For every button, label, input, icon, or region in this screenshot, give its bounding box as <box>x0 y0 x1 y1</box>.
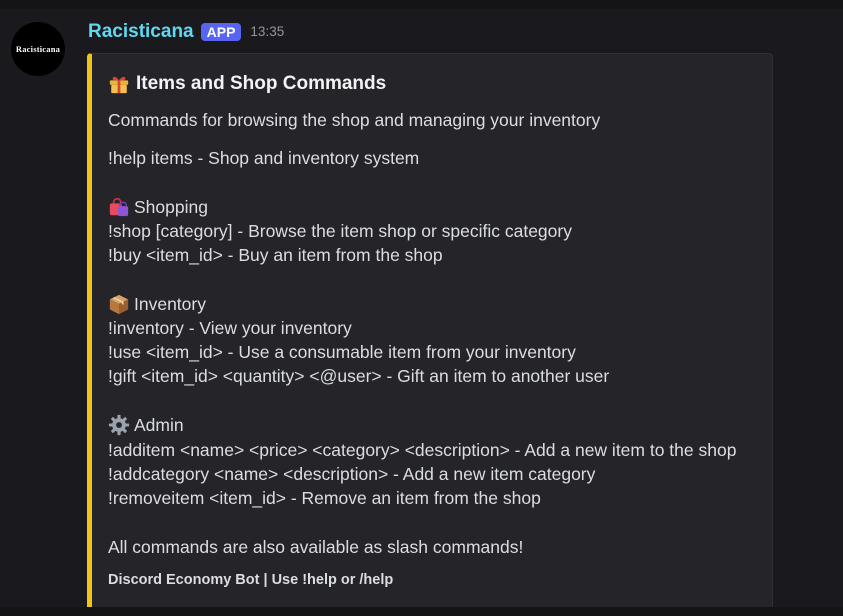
app-badge: APP <box>200 23 242 41</box>
command-line: !use <item_id> - Use a consumable item f… <box>108 342 576 362</box>
command-line: !removeitem <item_id> - Remove an item f… <box>108 488 541 508</box>
command-line: !buy <item_id> - Buy an item from the sh… <box>108 245 443 265</box>
package-icon <box>109 294 129 315</box>
avatar[interactable]: Racisticana <box>11 22 65 76</box>
section-heading-label: Inventory <box>134 294 206 314</box>
command-line: !gift <item_id> <quantity> <@user> - Gif… <box>108 366 610 386</box>
embed-title: Items and Shop Commands <box>108 72 386 96</box>
embed-description: Commands for browsing the shop and manag… <box>108 110 601 130</box>
section-heading-inventory: Inventory <box>108 292 206 316</box>
embed-title-text: Items and Shop Commands <box>136 73 387 94</box>
username[interactable]: Racisticana <box>88 21 194 43</box>
command-line: !shop [category] - Browse the item shop … <box>108 221 572 241</box>
embed-card: Items and Shop Commands Commands for bro… <box>87 53 773 613</box>
command-line: !addcategory <name> <description> - Add … <box>108 464 596 484</box>
top-divider <box>0 0 843 9</box>
slash-commands-note: All commands are also available as slash… <box>108 537 524 557</box>
section-heading-shopping: Shopping <box>108 195 208 219</box>
timestamp[interactable]: 13:35 <box>250 21 284 43</box>
command-line: !inventory - View your inventory <box>108 318 352 338</box>
command-line: !additem <name> <price> <category> <desc… <box>108 440 737 460</box>
section-heading-label: Shopping <box>134 197 208 217</box>
chat-message: Racisticana Racisticana APP 13:35 Items … <box>0 9 843 613</box>
section-heading-label: Admin <box>134 415 184 435</box>
help-line: !help items - Shop and inventory system <box>108 148 420 168</box>
gift-icon <box>109 76 129 94</box>
section-heading-admin: Admin <box>108 413 184 437</box>
shopping-bags-icon <box>109 197 129 217</box>
gear-icon <box>108 414 130 436</box>
bottom-divider <box>0 607 843 616</box>
message-header: Racisticana APP 13:35 <box>88 21 284 43</box>
embed-footer: Discord Economy Bot | Use !help or /help <box>108 572 394 588</box>
avatar-text: Racisticana <box>15 44 61 54</box>
